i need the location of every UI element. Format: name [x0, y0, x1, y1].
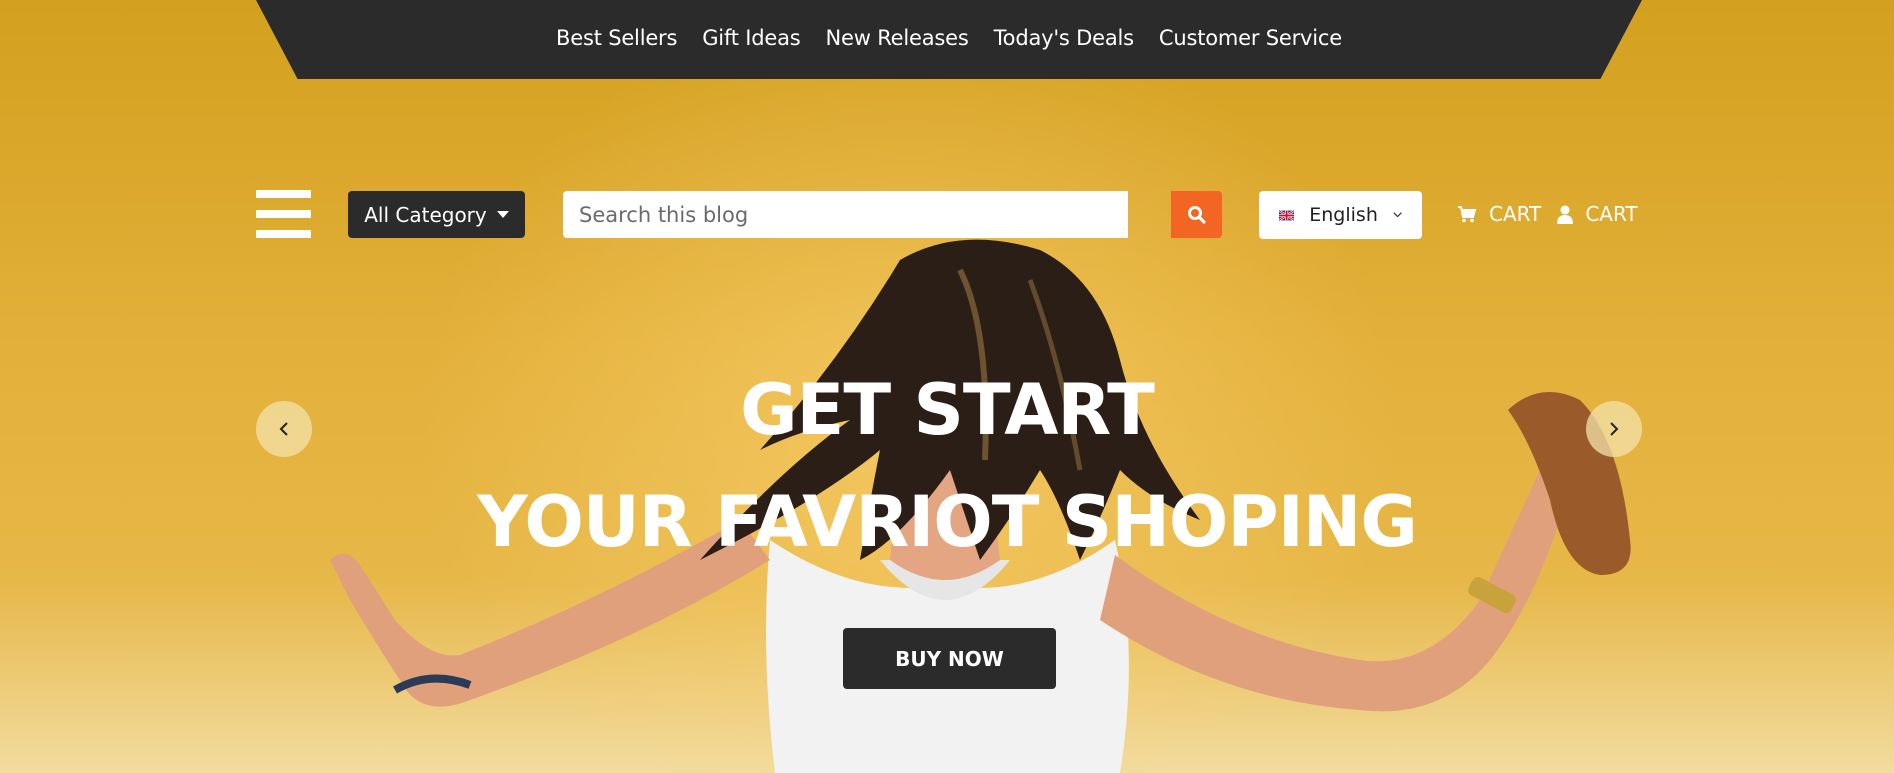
header-bar: All Category English — [256, 190, 1642, 239]
hero-headline-line2: YOUR FAVRIOT SHOPING — [477, 481, 1418, 563]
cart-link[interactable]: CART — [1457, 202, 1541, 226]
search-button[interactable] — [1171, 191, 1222, 238]
top-navigation: Best Sellers Gift Ideas New Releases Tod… — [256, 0, 1642, 79]
language-label: English — [1309, 204, 1378, 226]
hamburger-icon[interactable] — [256, 190, 311, 238]
category-label: All Category — [364, 202, 487, 227]
buy-now-button[interactable]: BUY NOW — [843, 628, 1056, 689]
nav-gift-ideas[interactable]: Gift Ideas — [702, 26, 800, 53]
cart-group: CART CART — [1457, 190, 1638, 238]
nav-new-releases[interactable]: New Releases — [826, 26, 969, 53]
user-icon — [1557, 205, 1574, 224]
nav-best-sellers[interactable]: Best Sellers — [556, 26, 677, 53]
uk-flag-icon — [1279, 209, 1295, 221]
cart-label: CART — [1489, 202, 1542, 226]
account-label: CART — [1585, 202, 1638, 226]
chevron-down-icon — [1393, 212, 1402, 218]
all-category-dropdown[interactable]: All Category — [348, 191, 525, 238]
account-link[interactable]: CART — [1557, 202, 1638, 226]
caret-down-icon — [496, 211, 509, 218]
nav-customer-service[interactable]: Customer Service — [1159, 26, 1342, 53]
cart-icon — [1458, 206, 1477, 223]
search-input[interactable] — [563, 191, 1128, 238]
nav-todays-deals[interactable]: Today's Deals — [994, 26, 1134, 53]
language-select[interactable]: English — [1259, 191, 1422, 239]
hero-headline-line1: GET START — [740, 369, 1155, 451]
search-icon — [1187, 205, 1206, 224]
